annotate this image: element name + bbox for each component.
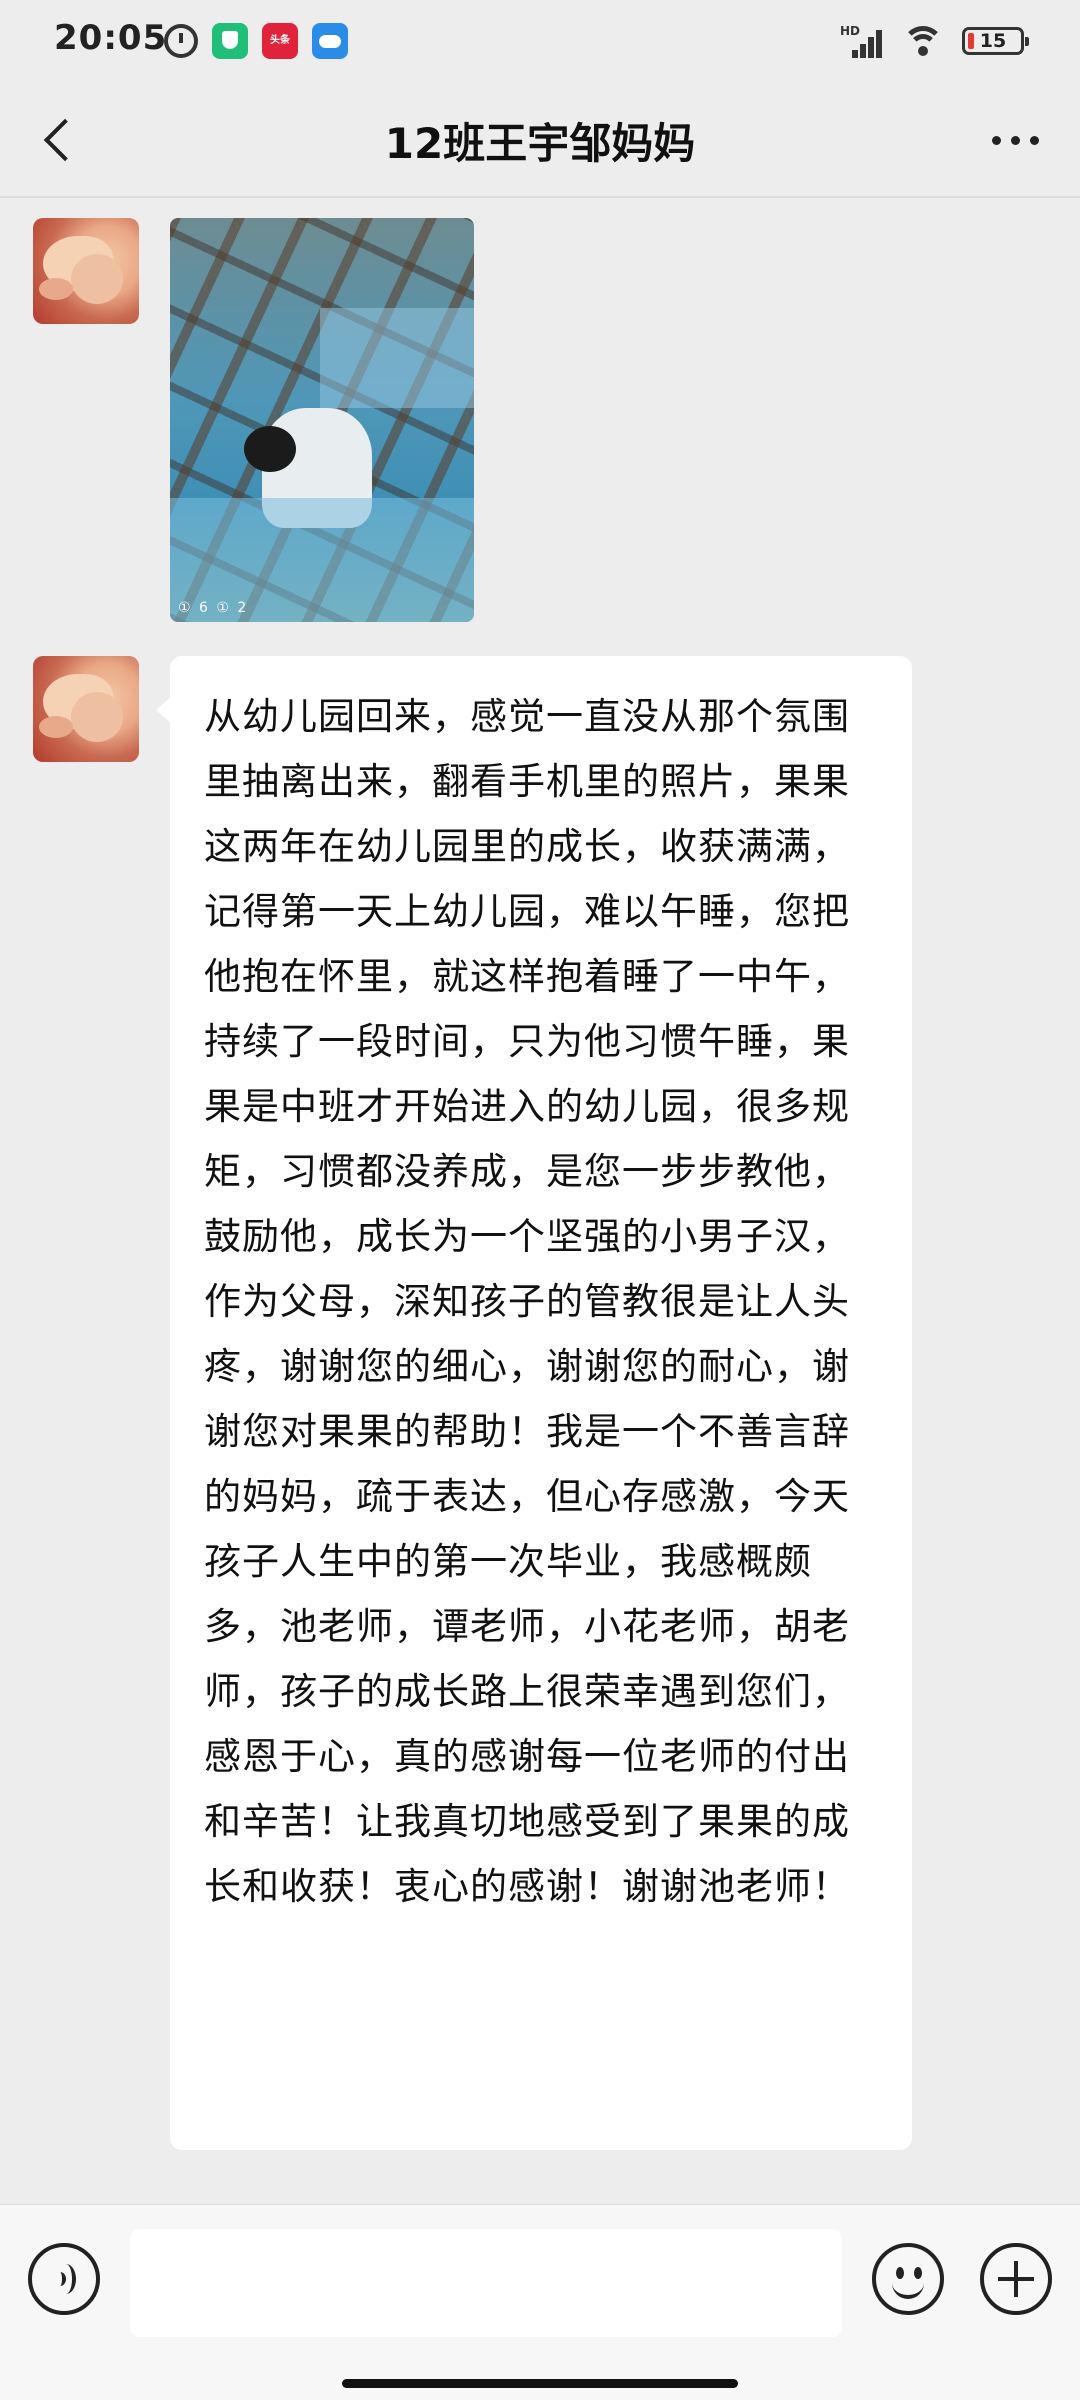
- text-message-bubble[interactable]: 从幼儿园回来，感觉一直没从那个氛围里抽离出来，翻看手机里的照片，果果这两年在幼儿…: [156, 656, 912, 2150]
- emoji-button[interactable]: [872, 2243, 944, 2315]
- wifi-icon: [902, 24, 944, 58]
- more-options-button[interactable]: [980, 112, 1050, 168]
- contact-avatar[interactable]: [33, 218, 139, 324]
- chat-title: 12班王宇邹妈妈: [384, 119, 696, 168]
- system-icons: HD 15: [840, 24, 1029, 58]
- status-time: 20:05: [54, 18, 168, 58]
- voice-input-button[interactable]: [28, 2243, 100, 2315]
- status-bar: 20:05 头条 HD 15: [0, 0, 1080, 84]
- battery-level: 15: [979, 30, 1007, 52]
- message-text: 从幼儿园回来，感觉一直没从那个氛围里抽离出来，翻看手机里的照片，果果这两年在幼儿…: [204, 695, 850, 1908]
- signal-icon: HD: [840, 24, 884, 58]
- input-bar: [0, 2204, 1080, 2400]
- contact-avatar[interactable]: [33, 656, 139, 762]
- chat-screen: 20:05 头条 HD 15 12班王宇邹妈妈 ① 6 ① 2 从幼儿园回来，感…: [0, 0, 1080, 2400]
- image-message[interactable]: ① 6 ① 2: [170, 218, 474, 622]
- news-app-icon: 头条: [262, 23, 298, 59]
- more-actions-button[interactable]: [980, 2243, 1052, 2315]
- network-label: HD: [840, 24, 861, 38]
- message-input[interactable]: [130, 2229, 842, 2337]
- shield-app-icon: [212, 23, 248, 59]
- notification-icons: 头条: [164, 23, 348, 59]
- cloud-app-icon: [312, 23, 348, 59]
- battery-icon: 15: [962, 27, 1029, 55]
- header-divider: [0, 196, 1080, 198]
- alarm-icon: [164, 24, 198, 58]
- home-indicator[interactable]: [342, 2379, 738, 2388]
- image-overlay-text: ① 6 ① 2: [178, 600, 249, 616]
- chat-header: 12班王宇邹妈妈: [0, 84, 1080, 196]
